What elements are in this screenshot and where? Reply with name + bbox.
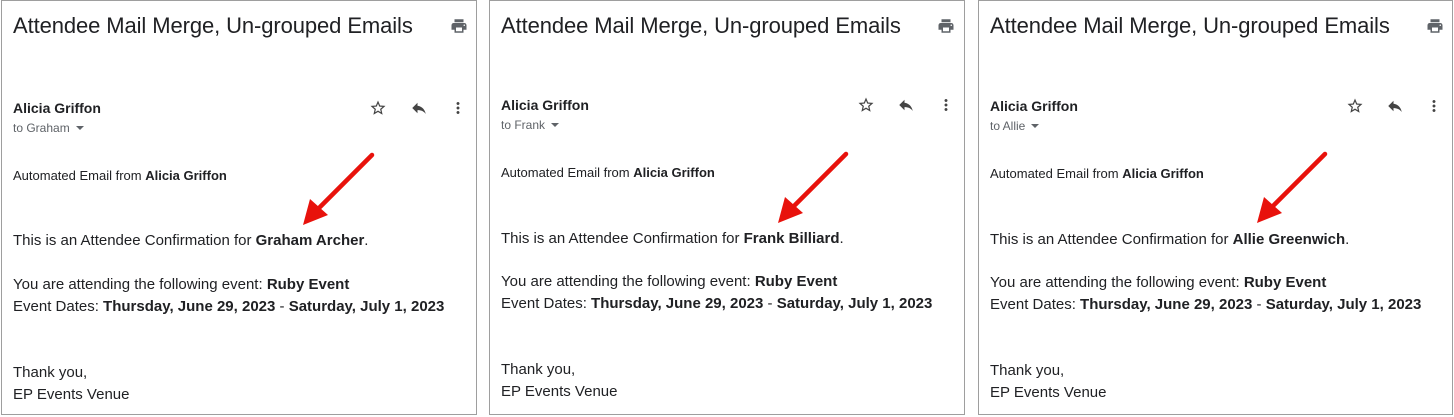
date-separator: -: [275, 298, 289, 315]
date-start: Thursday, June 29, 2023: [1080, 296, 1253, 313]
recipient-label: to Allie: [990, 119, 1026, 133]
venue-line: EP Events Venue: [501, 383, 618, 400]
print-icon[interactable]: [1426, 17, 1444, 35]
automated-name: Alicia Griffon: [633, 165, 715, 180]
automated-name: Alicia Griffon: [1122, 166, 1204, 181]
automated-prefix: Automated Email from: [501, 165, 634, 180]
automated-line: Automated Email from Alicia Griffon: [990, 166, 1204, 181]
caret-down-icon: [75, 126, 84, 130]
confirmation-line: This is an Attendee Confirmation for Gra…: [13, 232, 368, 249]
confirmation-prefix: This is an Attendee Confirmation for: [501, 230, 744, 247]
dates-prefix: Event Dates:: [13, 298, 104, 315]
date-start: Thursday, June 29, 2023: [103, 298, 276, 315]
email-subject: Attendee Mail Merge, Un-grouped Emails: [13, 13, 413, 38]
sender-name: Alicia Griffon: [990, 98, 1078, 114]
automated-line: Automated Email from Alicia Griffon: [13, 168, 227, 183]
reply-icon[interactable]: [410, 99, 428, 117]
print-icon[interactable]: [450, 17, 468, 35]
confirmation-line: This is an Attendee Confirmation for Fra…: [501, 230, 844, 247]
thanks-line: Thank you,: [990, 362, 1065, 379]
recipient-dropdown[interactable]: to Graham: [13, 121, 84, 135]
venue-line: EP Events Venue: [13, 386, 130, 403]
date-end: Saturday, July 1, 2023: [776, 295, 933, 312]
caret-down-icon: [551, 123, 560, 127]
event-line: You are attending the following event: R…: [501, 273, 837, 290]
confirmation-suffix: .: [364, 232, 369, 249]
dates-prefix: Event Dates:: [501, 295, 592, 312]
event-name: Ruby Event: [1243, 274, 1327, 291]
event-prefix: You are attending the following event:: [501, 273, 755, 290]
date-separator: -: [763, 295, 777, 312]
email-subject: Attendee Mail Merge, Un-grouped Emails: [501, 13, 901, 38]
email-subject: Attendee Mail Merge, Un-grouped Emails: [990, 13, 1390, 38]
reply-icon[interactable]: [1386, 97, 1404, 115]
dates-line: Event Dates: Thursday, June 29, 2023 - S…: [501, 295, 932, 312]
star-icon[interactable]: [369, 99, 387, 117]
recipient-dropdown[interactable]: to Frank: [501, 118, 560, 132]
date-separator: -: [1252, 296, 1266, 313]
venue-line: EP Events Venue: [990, 384, 1107, 401]
red-arrow-annotation: [303, 152, 375, 225]
attendee-name: Allie Greenwich: [1232, 231, 1346, 248]
confirmation-prefix: This is an Attendee Confirmation for: [990, 231, 1233, 248]
star-icon[interactable]: [1346, 97, 1364, 115]
event-prefix: You are attending the following event:: [990, 274, 1244, 291]
dates-prefix: Event Dates:: [990, 296, 1081, 313]
date-end: Saturday, July 1, 2023: [288, 298, 445, 315]
attendee-name: Graham Archer: [255, 232, 365, 249]
event-prefix: You are attending the following event:: [13, 276, 267, 293]
caret-down-icon: [1031, 124, 1040, 128]
event-name: Ruby Event: [266, 276, 350, 293]
confirmation-line: This is an Attendee Confirmation for All…: [990, 231, 1349, 248]
sender-name: Alicia Griffon: [501, 97, 589, 113]
date-end: Saturday, July 1, 2023: [1265, 296, 1422, 313]
red-arrow-annotation: [778, 151, 849, 223]
email-panel-graham: Attendee Mail Merge, Un-grouped Emails A…: [1, 0, 477, 415]
dates-line: Event Dates: Thursday, June 29, 2023 - S…: [13, 298, 444, 315]
automated-prefix: Automated Email from: [990, 166, 1123, 181]
automated-line: Automated Email from Alicia Griffon: [501, 165, 715, 180]
event-line: You are attending the following event: R…: [13, 276, 349, 293]
recipient-label: to Graham: [13, 121, 70, 135]
print-icon[interactable]: [937, 17, 955, 35]
more-vert-icon[interactable]: [449, 99, 467, 117]
email-panel-frank: Attendee Mail Merge, Un-grouped Emails A…: [489, 0, 965, 415]
automated-prefix: Automated Email from: [13, 168, 146, 183]
confirmation-suffix: .: [839, 230, 844, 247]
email-panel-allie: Attendee Mail Merge, Un-grouped Emails A…: [978, 0, 1453, 415]
sender-name: Alicia Griffon: [13, 100, 101, 116]
confirmation-suffix: .: [1345, 231, 1350, 248]
automated-name: Alicia Griffon: [145, 168, 227, 183]
more-vert-icon[interactable]: [937, 96, 955, 114]
dates-line: Event Dates: Thursday, June 29, 2023 - S…: [990, 296, 1421, 313]
star-icon[interactable]: [857, 96, 875, 114]
red-arrow-annotation: [1257, 151, 1328, 223]
recipient-label: to Frank: [501, 118, 546, 132]
thanks-line: Thank you,: [13, 364, 88, 381]
more-vert-icon[interactable]: [1425, 97, 1443, 115]
recipient-dropdown[interactable]: to Allie: [990, 119, 1040, 133]
attendee-name: Frank Billiard: [743, 230, 840, 247]
confirmation-prefix: This is an Attendee Confirmation for: [13, 232, 256, 249]
thanks-line: Thank you,: [501, 361, 576, 378]
reply-icon[interactable]: [897, 96, 915, 114]
event-name: Ruby Event: [754, 273, 838, 290]
event-line: You are attending the following event: R…: [990, 274, 1326, 291]
date-start: Thursday, June 29, 2023: [591, 295, 764, 312]
